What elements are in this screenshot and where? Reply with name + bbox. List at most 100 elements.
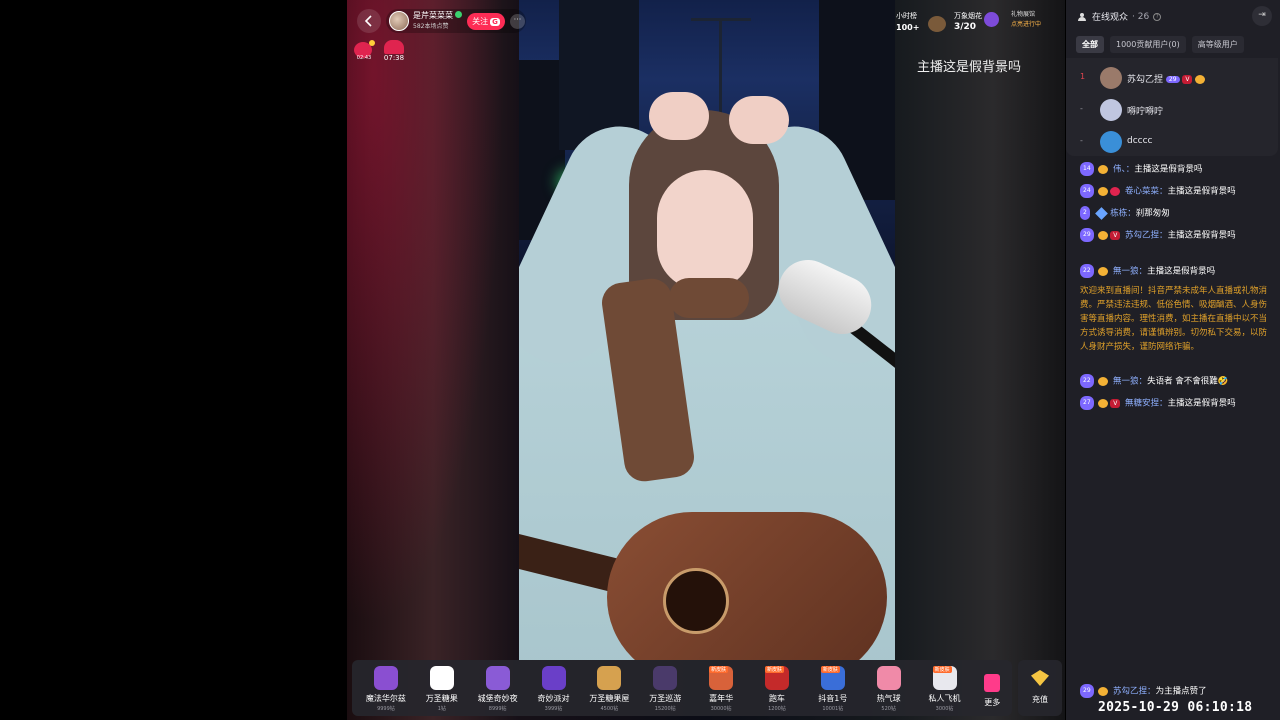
follow-button[interactable]: 关注 G — [467, 13, 505, 30]
follow-label: 关注 — [472, 17, 489, 26]
system-notice: 欢迎来到直播间！抖音严禁未成年人直播或礼物消费。严禁违法违规、低俗色情、吸烟酗酒… — [1080, 286, 1268, 352]
video-frame[interactable] — [519, 0, 895, 660]
collapse-panel-button[interactable]: ⇥ — [1252, 6, 1272, 26]
chat-username[interactable]: 伟、： — [1113, 165, 1134, 175]
hourly-rank[interactable]: 小时榜 100+ — [896, 11, 919, 34]
chat-username[interactable]: 卷心菜菜： — [1125, 187, 1168, 197]
gift-gallery-title: 礼物展馆 — [1011, 11, 1036, 18]
chat-text: 主播这是假背景吗 — [1147, 266, 1216, 277]
rank-pet-icon[interactable] — [928, 16, 946, 32]
level-badge: 22 — [1080, 264, 1094, 278]
vip-badge-icon: V — [1110, 230, 1121, 240]
gift-price: 3000钻 — [935, 706, 954, 712]
gift-item[interactable]: 新皮肤 嘉年华 30000钻 — [693, 664, 749, 716]
fireworks-progress: 3/20 — [954, 22, 977, 32]
vip-badge-icon: V — [1110, 398, 1121, 408]
gift-price: 3999钻 — [544, 706, 563, 712]
hourly-rank-value: 100+ — [896, 23, 920, 32]
gift-name: 嘉年华 — [709, 694, 734, 703]
fan-badge-icon — [1098, 376, 1109, 386]
gift-price: 9999钻 — [377, 706, 395, 712]
gift-item[interactable]: 魔法华尔兹 9999钻 — [358, 664, 414, 716]
gift-price: 10001钻 — [822, 706, 844, 712]
level-badge: 29 — [1165, 76, 1180, 83]
scarf — [669, 278, 749, 318]
gift-price: 1钻 — [437, 706, 446, 712]
gift-icon — [653, 666, 678, 690]
chat-message[interactable]: 22 無一狼：失语者 會不會很難🤣 — [1080, 374, 1270, 389]
streamer-hand — [649, 92, 709, 140]
viewer-rank: 1 — [1080, 72, 1086, 81]
recharge-label: 充值 — [1032, 695, 1048, 704]
viewer-avatar[interactable] — [1100, 99, 1122, 121]
gift-item[interactable]: 奇妙派对 3999钻 — [526, 664, 582, 716]
chat-username[interactable]: 無一狼： — [1113, 267, 1147, 277]
chat-text: 主播这是假背景吗 — [1167, 230, 1236, 241]
viewer-row[interactable]: - 嘚咛嘚咛 — [1066, 94, 1278, 126]
info-icon[interactable]: ? — [1153, 12, 1162, 21]
chat-username[interactable]: 無一狼： — [1113, 377, 1147, 387]
chat-username[interactable]: 栋栋： — [1110, 209, 1136, 219]
red-packet-badge[interactable]: 07:38 — [381, 40, 407, 64]
chat-message[interactable]: 14 伟、：主播这是假背景吗 — [1080, 162, 1270, 177]
fireworks-widget[interactable]: 万象烟花 3/20 — [954, 11, 982, 33]
chat-username[interactable]: 苏勾乙捏： — [1125, 231, 1168, 241]
audience-tab[interactable]: 全部 — [1076, 36, 1104, 53]
more-options-button[interactable]: ··· — [510, 14, 525, 29]
ukulele-body — [607, 512, 887, 660]
notification-dot — [369, 40, 375, 46]
back-button[interactable] — [357, 9, 381, 33]
gift-price: 8999钻 — [488, 706, 507, 712]
floating-comment: 主播这是假背景吗 — [917, 60, 1022, 75]
gift-gallery-status[interactable]: 礼物展馆 点亮进行中 — [1011, 10, 1041, 30]
gift-name: 热气球 — [876, 694, 901, 703]
gift-item[interactable]: 万圣糖果屋 4500钻 — [581, 664, 637, 716]
panel-title: 在线观众 — [1092, 13, 1129, 23]
chat-message[interactable]: 27 V 無糖安捏：主播这是假背景吗 — [1080, 396, 1270, 411]
chat-message[interactable]: 22 無一狼：主播这是假背景吗 — [1080, 264, 1270, 279]
gift-item[interactable]: 新皮肤 私人飞机 3000钻 — [917, 664, 973, 716]
viewer-row[interactable]: - dcccc — [1066, 126, 1278, 158]
chat-text: 主播这是假背景吗 — [1134, 164, 1203, 175]
gift-item[interactable]: 万圣糖果 1钻 — [414, 664, 470, 716]
chat-message[interactable]: 29 苏勾乙捏：为主播点赞了 — [1080, 684, 1270, 699]
more-gifts-icon — [984, 674, 1001, 692]
viewer-avatar[interactable] — [1100, 131, 1122, 153]
gift-icon — [876, 666, 901, 690]
host-name[interactable]: 是芹菜菜菜 — [413, 10, 462, 21]
audience-list: 1 苏勾乙捏 29 V - 嘚咛嘚咛 - dcccc — [1066, 58, 1278, 156]
gift-name: 魔法华尔兹 — [365, 694, 406, 703]
gift-item[interactable]: 热气球 520钻 — [861, 664, 917, 716]
viewer-row[interactable]: 1 苏勾乙捏 29 V — [1066, 62, 1278, 94]
host-avatar[interactable] — [389, 11, 409, 31]
gift-price: 4500钻 — [600, 706, 619, 712]
level-badge: 24 — [1080, 184, 1094, 198]
audience-tab[interactable]: 1000贡献用户(0) — [1110, 36, 1186, 53]
viewer-name-text: 嘚咛嘚咛 — [1127, 107, 1164, 117]
gift-item[interactable]: 城堡奇妙夜 8999钻 — [470, 664, 526, 716]
viewer-avatar[interactable] — [1100, 67, 1122, 89]
fireworks-icon[interactable] — [984, 12, 999, 27]
chat-username[interactable]: 苏勾乙捏： — [1113, 687, 1156, 697]
gift-item[interactable]: 万圣巡游 15200钻 — [637, 664, 693, 716]
gift-item[interactable]: 新皮肤 跑车 1200钻 — [749, 664, 805, 716]
recharge-button[interactable]: 充值 — [1018, 660, 1062, 716]
audience-tab[interactable]: 高等级用户 — [1191, 36, 1244, 53]
background-glow — [347, 0, 527, 720]
chat-message[interactable]: 2 栋栋：刹那匆匆 — [1080, 206, 1270, 221]
gift-name: 私人飞机 — [928, 694, 961, 703]
chat-text: 失语者 會不會很難🤣 — [1147, 376, 1229, 387]
chat-username[interactable]: 無糖安捏： — [1125, 399, 1168, 409]
fan-badge-icon — [1098, 398, 1109, 408]
level-badge: 14 — [1080, 162, 1094, 176]
gift-icon — [541, 666, 566, 690]
fan-badge-icon — [1195, 75, 1206, 84]
activity-timer: 02:43 — [356, 55, 372, 61]
gift-item[interactable]: 新皮肤 抖音1号 10001钻 — [805, 664, 861, 716]
chat-message[interactable]: 29 V 苏勾乙捏：主播这是假背景吗 — [1080, 228, 1270, 243]
activity-badge[interactable]: 02:43 — [352, 40, 375, 62]
gift-icon — [429, 666, 454, 690]
more-gifts-button[interactable]: 更多 — [972, 664, 1012, 716]
chat-message[interactable]: 24 卷心菜菜：主播这是假背景吗 — [1080, 184, 1270, 199]
host-name-text: 是芹菜菜菜 — [413, 11, 453, 20]
